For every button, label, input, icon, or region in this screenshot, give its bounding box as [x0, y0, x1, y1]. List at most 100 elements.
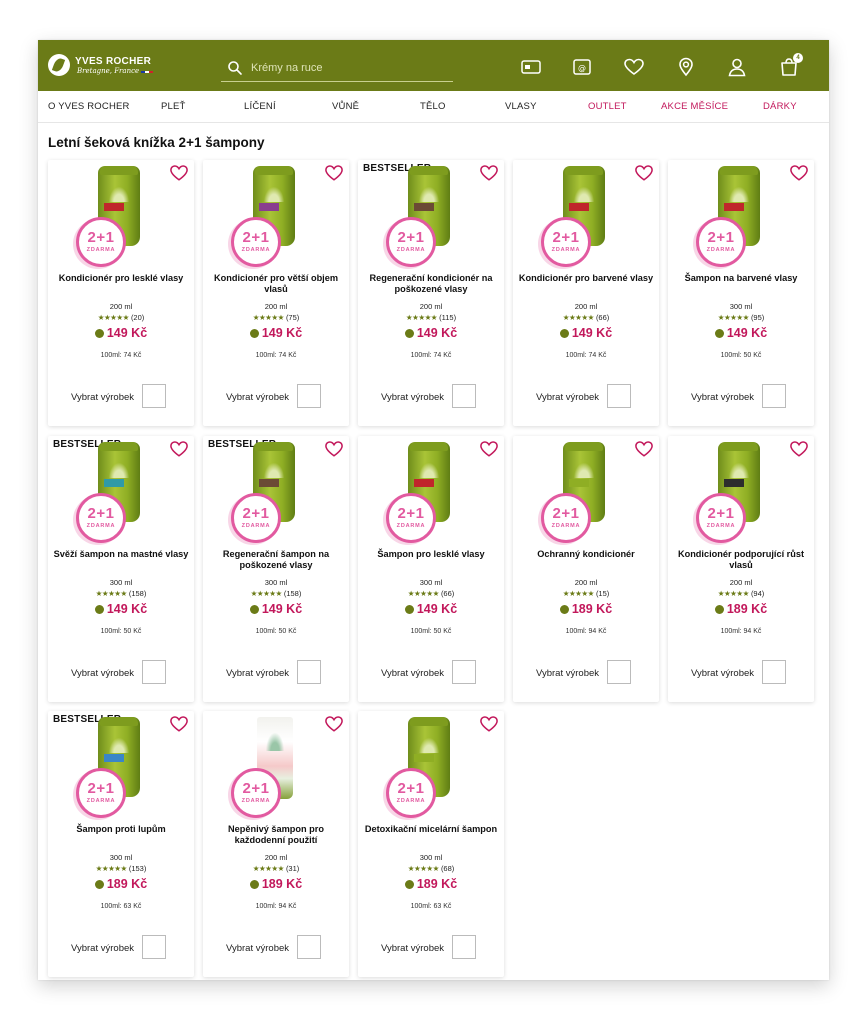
- select-product-label: Vybrat výrobek: [226, 668, 290, 679]
- product-card[interactable]: 2+1 ZDARMA Šampon na barvené vlasy 300 m…: [668, 160, 814, 426]
- product-card[interactable]: 2+1 ZDARMA Kondicionér pro lesklé vlasy …: [48, 160, 194, 426]
- product-name[interactable]: Svěží šampon na mastné vlasy: [52, 549, 190, 560]
- product-card[interactable]: 2+1 ZDARMA Ochranný kondicionér 200 ml ★…: [513, 436, 659, 702]
- product-name[interactable]: Regenerační kondicionér na poškozené vla…: [362, 273, 500, 295]
- select-product-label: Vybrat výrobek: [71, 392, 135, 403]
- product-size: 300 ml: [729, 302, 753, 311]
- search-input[interactable]: [251, 61, 441, 74]
- product-label-band: [724, 203, 744, 211]
- nav-item-darky[interactable]: DÁRKY: [763, 101, 797, 112]
- select-product-checkbox[interactable]: [297, 935, 321, 959]
- product-card[interactable]: 2+1 ZDARMA Kondicionér pro barvené vlasy…: [513, 160, 659, 426]
- nav-item-telo[interactable]: TĚLO: [420, 101, 446, 112]
- product-name[interactable]: Šampon proti lupům: [52, 824, 190, 835]
- availability-dot-icon: [94, 329, 104, 338]
- wishlist-heart-icon[interactable]: [789, 164, 809, 182]
- product-rating: ★★★★★ (94): [668, 589, 814, 598]
- select-product-checkbox[interactable]: [762, 660, 786, 684]
- wishlist-heart-icon[interactable]: [324, 715, 344, 733]
- product-card[interactable]: 2+1 ZDARMA Šampon pro lesklé vlasy 300 m…: [358, 436, 504, 702]
- unit-price: 100ml: 94 Kč: [255, 903, 297, 910]
- select-product-checkbox[interactable]: [452, 660, 476, 684]
- product-label-band: [569, 479, 589, 487]
- wishlist-heart-icon[interactable]: [324, 440, 344, 458]
- wishlist-heart-icon[interactable]: [169, 164, 189, 182]
- product-name[interactable]: Šampon pro lesklé vlasy: [362, 549, 500, 560]
- select-product-checkbox[interactable]: [142, 660, 166, 684]
- select-product-label: Vybrat výrobek: [71, 668, 135, 679]
- product-size: 300 ml: [419, 853, 443, 862]
- product-name[interactable]: Detoxikační micelární šampon: [362, 824, 500, 835]
- select-product-row: Vybrat výrobek: [513, 660, 659, 686]
- select-product-checkbox[interactable]: [607, 660, 631, 684]
- nav-item-plet[interactable]: PLEŤ: [161, 101, 186, 112]
- page-title: Letní šeková knížka 2+1 šampony: [48, 135, 265, 150]
- product-rating: ★★★★★ (95): [668, 313, 814, 322]
- loyalty-card-icon[interactable]: [520, 57, 542, 77]
- wishlist-heart-icon[interactable]: [169, 440, 189, 458]
- search-bar[interactable]: [221, 54, 453, 82]
- select-product-checkbox[interactable]: [762, 384, 786, 408]
- product-card[interactable]: BESTSELLER 2+1 ZDARMA Svěží šampon na ma…: [48, 436, 194, 702]
- account-icon[interactable]: [726, 57, 748, 77]
- product-card[interactable]: 2+1 ZDARMA Kondicionér podporující růst …: [668, 436, 814, 702]
- product-rating: ★★★★★ (20): [48, 313, 194, 322]
- wishlist-heart-icon[interactable]: [479, 164, 499, 182]
- product-name[interactable]: Regenerační šampon na poškozené vlasy: [207, 549, 345, 571]
- logo-tagline: Bretagne, France: [77, 67, 154, 75]
- unit-price: 100ml: 50 Kč: [720, 352, 762, 359]
- nav-item-vlasy[interactable]: VLASY: [505, 101, 537, 112]
- store-locator-icon[interactable]: [675, 57, 697, 77]
- product-name[interactable]: Nepěnivý šampon pro každodenní použití: [207, 824, 345, 846]
- wishlist-heart-icon[interactable]: [634, 440, 654, 458]
- wishlist-heart-icon[interactable]: [634, 164, 654, 182]
- select-product-label: Vybrat výrobek: [381, 392, 445, 403]
- promo-2-plus-1-badge: 2+1 ZDARMA: [386, 768, 436, 818]
- select-product-checkbox[interactable]: [452, 935, 476, 959]
- select-product-row: Vybrat výrobek: [358, 660, 504, 686]
- product-card[interactable]: 2+1 ZDARMA Detoxikační micelární šampon …: [358, 711, 504, 977]
- availability-dot-icon: [404, 329, 414, 338]
- select-product-checkbox[interactable]: [607, 384, 631, 408]
- select-product-checkbox[interactable]: [297, 384, 321, 408]
- select-product-checkbox[interactable]: [142, 384, 166, 408]
- wishlist-heart-icon[interactable]: [789, 440, 809, 458]
- product-name[interactable]: Kondicionér pro větší objem vlasů: [207, 273, 345, 295]
- review-count: (66): [440, 589, 455, 598]
- promo-2-plus-1-badge: 2+1 ZDARMA: [386, 217, 436, 267]
- brand-logo[interactable]: YVES ROCHER Bretagne, France: [48, 54, 154, 76]
- promo-2-plus-1-badge: 2+1 ZDARMA: [386, 493, 436, 543]
- wishlist-heart-icon[interactable]: [479, 715, 499, 733]
- product-card[interactable]: BESTSELLER 2+1 ZDARMA Regenerační kondic…: [358, 160, 504, 426]
- product-size: 200 ml: [574, 302, 598, 311]
- select-product-checkbox[interactable]: [452, 384, 476, 408]
- nav-item-o-yves-rocher[interactable]: O YVES ROCHER: [48, 101, 130, 112]
- unit-price: 100ml: 50 Kč: [410, 628, 452, 635]
- rating-stars-icon: ★★★★★: [717, 589, 750, 598]
- nav-item-outlet[interactable]: OUTLET: [588, 101, 627, 112]
- rating-stars-icon: ★★★★★: [407, 589, 440, 598]
- select-product-checkbox[interactable]: [142, 935, 166, 959]
- wishlist-heart-icon[interactable]: [169, 715, 189, 733]
- wishlist-heart-icon[interactable]: [479, 440, 499, 458]
- wishlist-heart-icon[interactable]: [623, 57, 645, 77]
- product-name[interactable]: Ochranný kondicionér: [517, 549, 655, 560]
- wishlist-heart-icon[interactable]: [324, 164, 344, 182]
- product-name[interactable]: Kondicionér pro lesklé vlasy: [52, 273, 190, 284]
- product-name[interactable]: Šampon na barvené vlasy: [672, 273, 810, 284]
- newsletter-icon[interactable]: @: [571, 57, 593, 77]
- nav-item-liceni[interactable]: LÍČENÍ: [244, 101, 276, 112]
- cart-icon[interactable]: 4: [778, 53, 803, 77]
- product-card[interactable]: BESTSELLER 2+1 ZDARMA Šampon proti lupům…: [48, 711, 194, 977]
- product-name[interactable]: Kondicionér podporující růst vlasů: [672, 549, 810, 571]
- select-product-checkbox[interactable]: [297, 660, 321, 684]
- select-product-row: Vybrat výrobek: [203, 384, 349, 410]
- nav-item-vune[interactable]: VŮNĚ: [332, 101, 359, 112]
- nav-item-akce-mesice[interactable]: AKCE MĚSÍCE: [661, 101, 728, 112]
- product-name[interactable]: Kondicionér pro barvené vlasy: [517, 273, 655, 284]
- product-card[interactable]: BESTSELLER 2+1 ZDARMA Regenerační šampon…: [203, 436, 349, 702]
- product-card[interactable]: 2+1 ZDARMA Nepěnivý šampon pro každodenn…: [203, 711, 349, 977]
- search-icon[interactable]: [227, 60, 243, 76]
- product-size: 300 ml: [109, 578, 133, 587]
- product-card[interactable]: 2+1 ZDARMA Kondicionér pro větší objem v…: [203, 160, 349, 426]
